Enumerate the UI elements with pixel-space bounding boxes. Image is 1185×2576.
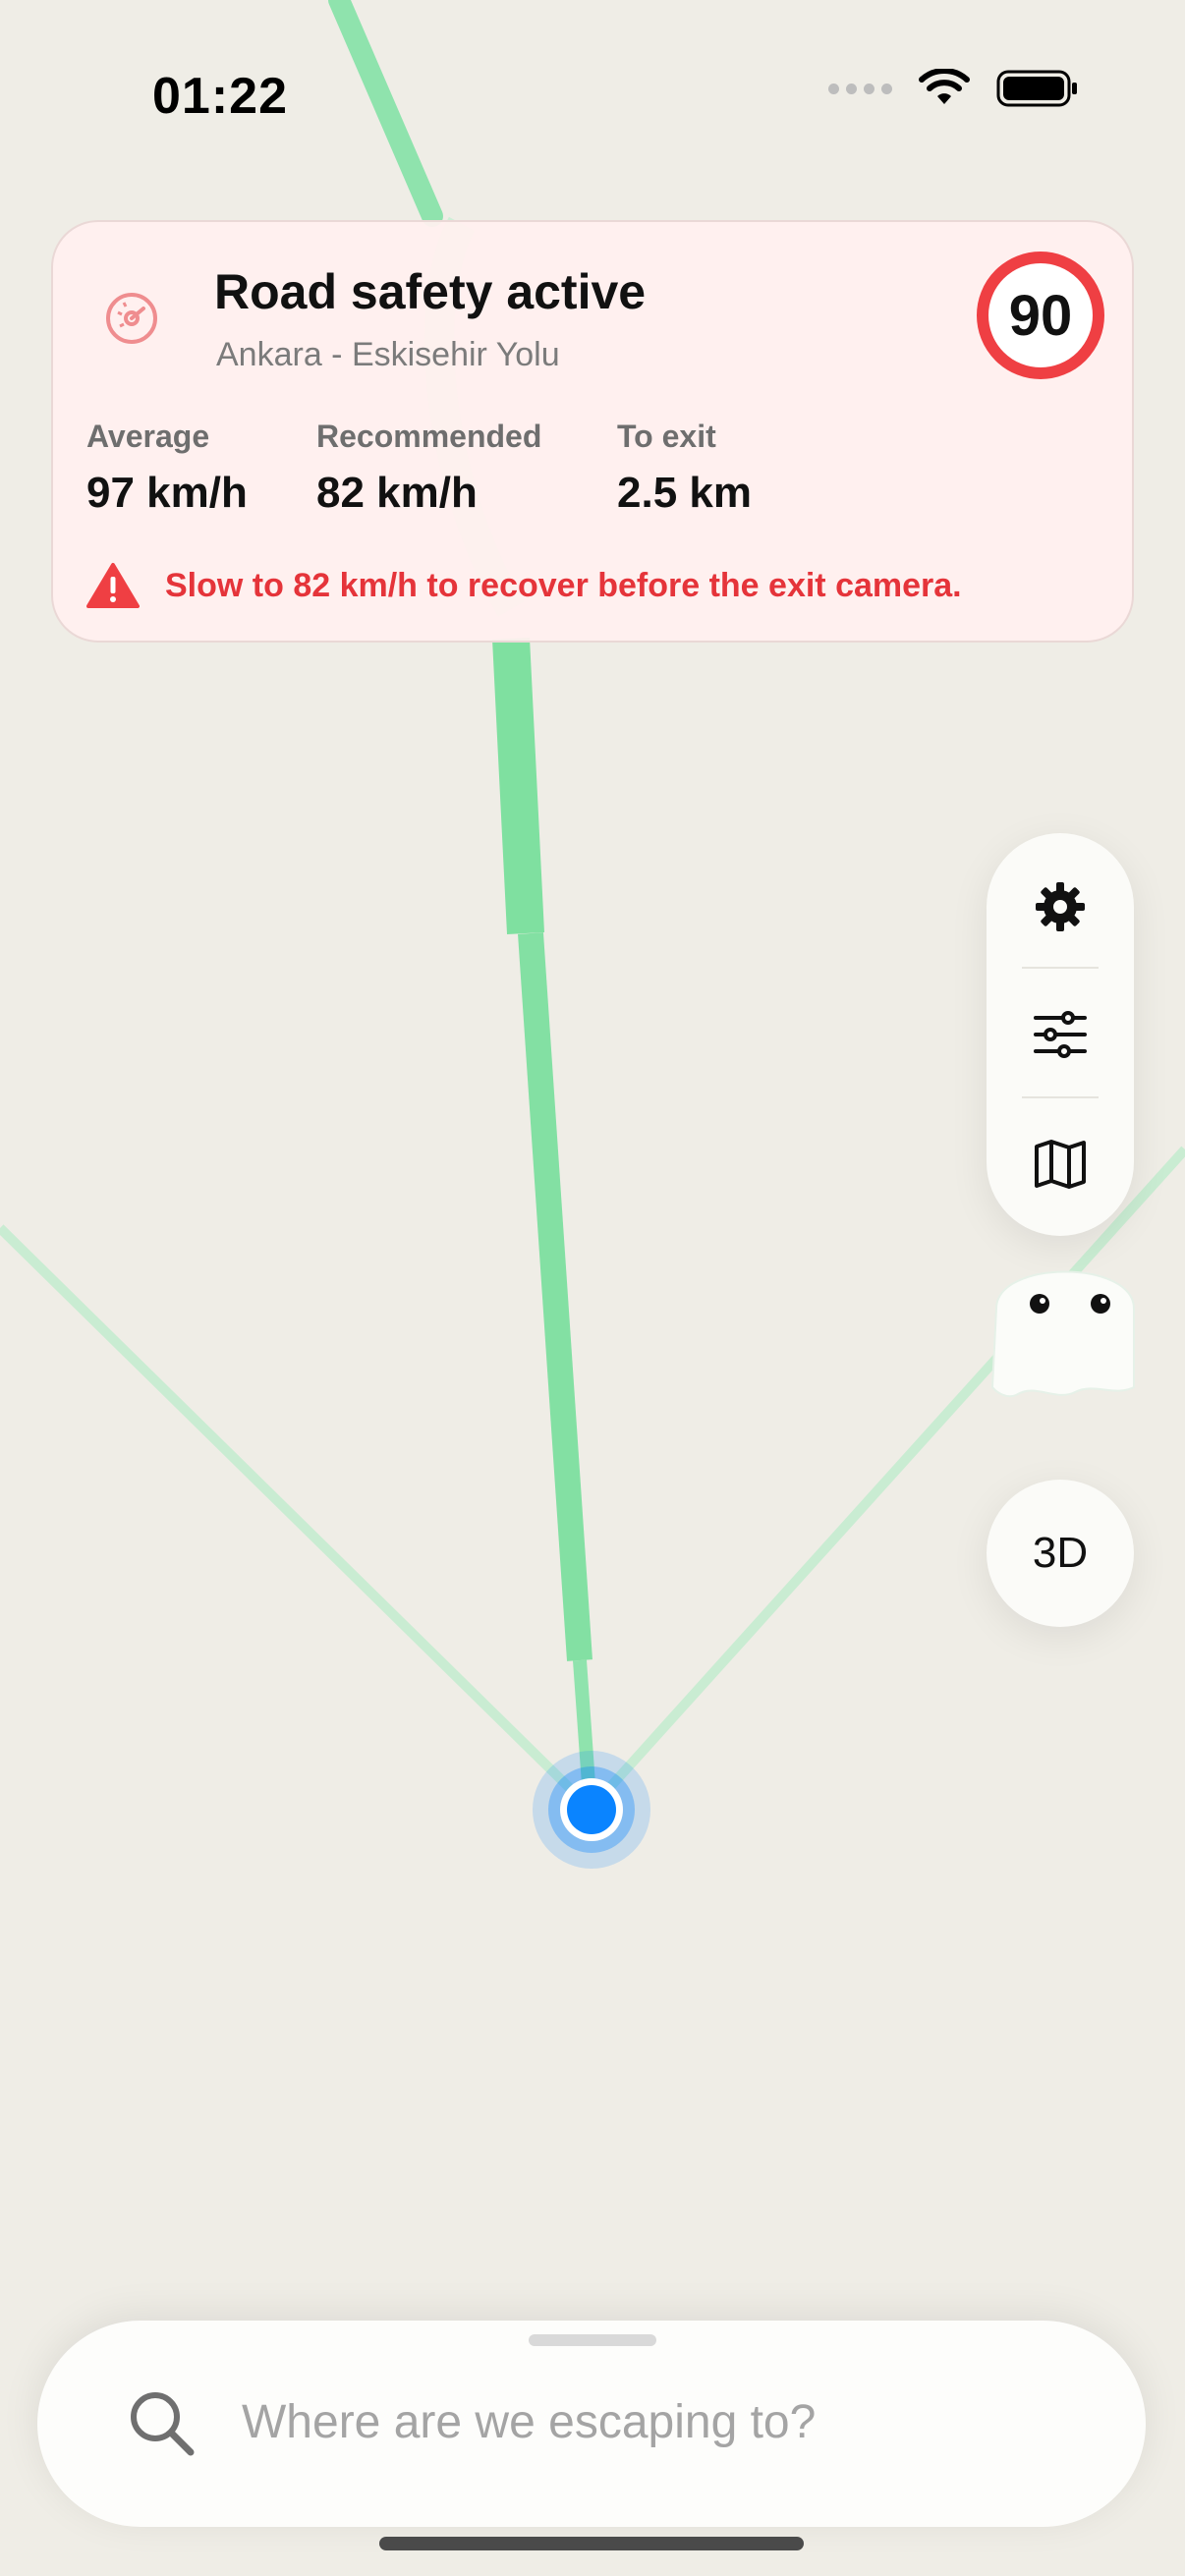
stat-value: 2.5 km [617, 469, 752, 517]
signal-dots-icon [828, 83, 892, 94]
map-icon [1035, 1140, 1086, 1189]
speedometer-icon [106, 293, 157, 344]
current-location-marker [533, 1751, 650, 1869]
stat-recommended: Recommended 82 km/h [316, 419, 541, 518]
battery-icon [996, 70, 1077, 107]
road-safety-card[interactable]: Road safety active Ankara - Eskisehir Yo… [51, 220, 1134, 643]
ghost-icon[interactable] [987, 1240, 1148, 1415]
warning-triangle-icon [86, 563, 140, 608]
screen: 01:22 Road safety active Ankara - Eskise… [0, 0, 1185, 2576]
warning-row: Slow to 82 km/h to recover before the ex… [86, 562, 962, 609]
divider [1022, 967, 1099, 969]
map-controls [987, 833, 1134, 1236]
route-main [328, 0, 443, 227]
stat-average: Average 97 km/h [86, 419, 248, 518]
card-title: Road safety active [214, 264, 647, 319]
search-sheet[interactable] [37, 2321, 1146, 2527]
settings-button[interactable] [987, 843, 1134, 971]
view-3d-button[interactable]: 3D [987, 1480, 1134, 1627]
route-segment-2 [518, 932, 592, 1661]
stat-value: 97 km/h [86, 469, 248, 517]
route-left [0, 1224, 584, 1802]
stat-label: Average [86, 419, 210, 454]
wifi-icon [919, 69, 970, 104]
gear-icon [1036, 882, 1085, 931]
route-segment [492, 638, 544, 934]
stat-label: To exit [617, 419, 716, 454]
search-icon [131, 2392, 195, 2456]
card-subtitle: Ankara - Eskisehir Yolu [216, 336, 560, 373]
sliders-icon [1034, 1011, 1087, 1058]
speed-limit-sign: 90 [977, 252, 1104, 379]
sheet-handle[interactable] [529, 2334, 656, 2346]
filters-button[interactable] [987, 971, 1134, 1098]
warning-text: Slow to 82 km/h to recover before the ex… [165, 566, 962, 604]
status-time: 01:22 [152, 68, 288, 125]
map-style-button[interactable] [987, 1100, 1134, 1228]
stat-label: Recommended [316, 419, 542, 454]
search-input[interactable] [242, 2378, 1087, 2466]
status-icons [828, 69, 1079, 108]
divider [1022, 1096, 1099, 1098]
stat-to-exit: To exit 2.5 km [617, 419, 752, 518]
stat-value: 82 km/h [316, 469, 478, 517]
home-indicator[interactable] [379, 2537, 804, 2550]
